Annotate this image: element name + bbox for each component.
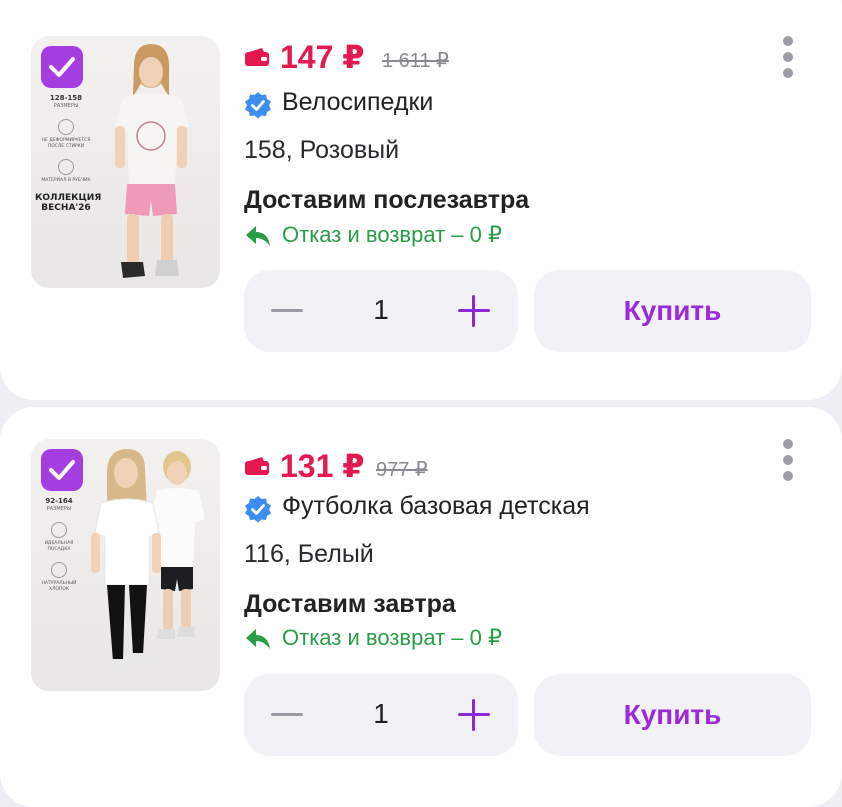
return-policy-text: Отказ и возврат – 0 ₽	[282, 222, 502, 247]
minus-icon[interactable]	[271, 295, 303, 327]
fabric-icon	[58, 159, 74, 176]
current-price: 131 ₽	[280, 448, 365, 484]
image-feature: МАТЕРИАЛ В РУБЧИК	[41, 178, 91, 184]
old-price: 1 611 ₽	[382, 50, 449, 72]
product-variant: 116, Белый	[244, 540, 374, 568]
product-variant: 158, Розовый	[244, 136, 400, 164]
return-arrow-icon	[246, 226, 270, 246]
wallet-icon	[245, 457, 269, 475]
image-caption: 92-164 РАЗМЕРЫ ИДЕАЛЬНАЯ ПОСАДКА НАТУРАЛ…	[35, 497, 83, 603]
quantity-stepper: 1	[244, 674, 518, 756]
plus-icon[interactable]	[458, 295, 490, 327]
image-size-sub: РАЗМЕРЫ	[46, 505, 72, 512]
image-collection: КОЛЛЕКЦИЯ ВЕСНА'26	[35, 192, 102, 213]
quantity-value: 1	[373, 294, 389, 325]
image-caption: 128-158 РАЗМЕРЫ НЕ ДЕФОРМИРУЕТСЯ ПОСЛЕ С…	[35, 94, 102, 214]
plus-icon[interactable]	[458, 699, 490, 731]
product-title: Футболка базовая детская	[282, 492, 590, 520]
fit-icon	[51, 522, 67, 538]
minus-icon[interactable]	[271, 699, 303, 731]
image-feature: НАТУРАЛЬНЫЙ ХЛОПОК	[41, 581, 77, 592]
current-price: 147 ₽	[280, 39, 365, 75]
verified-badge-icon	[245, 92, 271, 119]
return-arrow-icon	[246, 629, 270, 649]
product-title: Велосипедки	[282, 88, 434, 116]
more-vertical-icon[interactable]	[778, 36, 798, 80]
checkbox-checked-icon[interactable]	[41, 46, 83, 88]
quantity-value: 1	[373, 698, 389, 729]
image-size-sub: РАЗМЕРЫ	[53, 102, 79, 109]
delivery-info: Доставим завтра	[244, 590, 456, 618]
image-feature: НЕ ДЕФОРМИРУЕТСЯ ПОСЛЕ СТИРКИ	[41, 138, 91, 149]
cotton-icon	[51, 562, 67, 579]
buy-button[interactable]: Купить	[534, 674, 811, 756]
cart-item-card: 92-164 РАЗМЕРЫ ИДЕАЛЬНАЯ ПОСАДКА НАТУРАЛ…	[0, 407, 842, 807]
product-image[interactable]: 128-158 РАЗМЕРЫ НЕ ДЕФОРМИРУЕТСЯ ПОСЛЕ С…	[31, 36, 220, 288]
delivery-info: Доставим послезавтра	[244, 186, 530, 214]
cart-item-card: 128-158 РАЗМЕРЫ НЕ ДЕФОРМИРУЕТСЯ ПОСЛЕ С…	[0, 0, 842, 400]
product-image[interactable]: 92-164 РАЗМЕРЫ ИДЕАЛЬНАЯ ПОСАДКА НАТУРАЛ…	[31, 439, 220, 691]
return-policy-text: Отказ и возврат – 0 ₽	[282, 625, 502, 650]
checkbox-checked-icon[interactable]	[41, 449, 83, 491]
image-feature: ИДЕАЛЬНАЯ ПОСАДКА	[44, 541, 74, 552]
more-vertical-icon[interactable]	[778, 439, 798, 483]
image-size-range: 92-164	[45, 497, 73, 505]
verified-badge-icon	[245, 496, 271, 523]
star-icon	[58, 119, 74, 135]
quantity-stepper: 1	[244, 270, 518, 352]
image-size-range: 128-158	[49, 94, 83, 102]
wallet-icon	[245, 48, 269, 66]
buy-button[interactable]: Купить	[534, 270, 811, 352]
old-price: 977 ₽	[376, 459, 428, 481]
